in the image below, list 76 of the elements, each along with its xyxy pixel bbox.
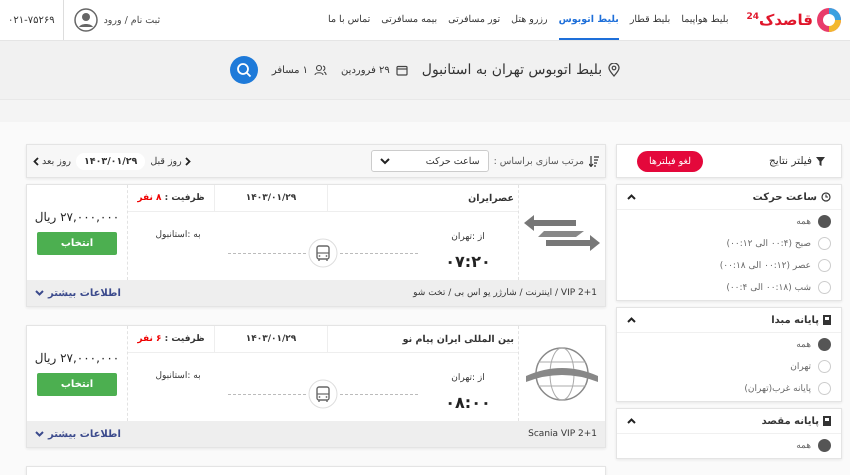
nav-link[interactable]: تماس با ما: [328, 0, 370, 40]
option-label[interactable]: تهران: [790, 362, 811, 372]
capacity-label: ظرفیت :: [164, 193, 205, 203]
nav-link[interactable]: رزرو هتل: [511, 0, 548, 40]
capacity-value: ۸ نفر: [137, 193, 162, 203]
company-name: بین المللی ایران پیام نو: [327, 326, 518, 352]
clock-icon: [821, 192, 831, 202]
globe-logo-icon: [524, 346, 600, 402]
option-label[interactable]: پایانه غرب(تهران): [744, 384, 811, 394]
radio-button[interactable]: [818, 215, 831, 228]
people-icon: [314, 64, 328, 76]
destination-label: به :استانبول: [155, 230, 201, 240]
bus-features: Scania VIP 2+1: [528, 429, 597, 439]
filter-section-title: پایانه مبدا: [771, 314, 819, 326]
nav-link[interactable]: بیمه مسافرتی: [381, 0, 438, 40]
ticket-price: ۲۷,۰۰۰,۰۰۰ ریال: [34, 351, 120, 365]
destination-label: به :استانبول: [155, 371, 201, 381]
chevron-down-icon: [35, 431, 44, 437]
departure-date: ۱۴۰۳/۰۱/۲۹: [214, 185, 327, 211]
nav-link[interactable]: تور مسافرتی: [448, 0, 500, 40]
origin-label: از :تهران: [451, 372, 485, 382]
chevron-up-icon[interactable]: [627, 418, 636, 424]
sort-icon: [589, 156, 599, 166]
nav-link[interactable]: بلیط هواپیما: [681, 0, 728, 40]
departure-date: ۱۴۰۳/۰۱/۲۹: [214, 326, 327, 352]
logo-icon: [816, 7, 842, 33]
calendar-icon: [396, 64, 408, 76]
funnel-icon: [816, 156, 825, 166]
chevron-left-icon: [33, 156, 39, 166]
arrows-logo-icon: [524, 212, 600, 252]
building-icon: [823, 315, 831, 325]
bus-icon: [308, 238, 338, 268]
ticket-price: ۲۷,۰۰۰,۰۰۰ ریال: [34, 210, 120, 224]
option-label[interactable]: عصر (۰۰:۱۲ الی ۰۰:۱۸): [720, 260, 811, 270]
chevron-up-icon[interactable]: [627, 317, 636, 323]
user-icon: [74, 8, 98, 32]
option-label[interactable]: همه: [796, 216, 811, 226]
nav-link[interactable]: بلیط قطار: [630, 0, 670, 40]
radio-button[interactable]: [818, 338, 831, 351]
filter-title: فیلتر نتایج: [769, 155, 812, 167]
previous-day-link[interactable]: روز قبل: [150, 156, 191, 166]
building-icon: [823, 416, 831, 426]
next-day-link[interactable]: روز بعد: [33, 156, 71, 166]
login-link[interactable]: ثبت نام / ورود: [104, 14, 160, 26]
chevron-down-icon: [35, 290, 44, 296]
more-info-link[interactable]: اطلاعات بیشتر: [35, 428, 121, 440]
sort-dropdown[interactable]: ساعت حرکت: [370, 150, 489, 172]
chevron-right-icon: [184, 156, 191, 166]
chevron-down-icon: [380, 158, 390, 164]
option-label[interactable]: همه: [796, 340, 811, 350]
sort-label: مرتب سازی براساس :: [494, 156, 584, 166]
search-icon: [236, 62, 252, 78]
option-label[interactable]: صبح (۰۰:۴ الی ۰۰:۱۲): [726, 238, 811, 248]
search-button[interactable]: [230, 56, 258, 84]
location-pin-icon: [608, 63, 620, 77]
clear-filters-button[interactable]: لغو فیلترها: [637, 150, 703, 172]
departure-time: ۰۸:۰۰: [445, 392, 491, 412]
option-label[interactable]: شب (۰۰:۱۸ الی ۰۰:۴): [726, 282, 811, 292]
chevron-up-icon[interactable]: [627, 194, 636, 200]
travel-date: ۲۹ فروردین: [341, 64, 390, 76]
more-info-link[interactable]: اطلاعات بیشتر: [35, 288, 121, 298]
origin-label: از :تهران: [451, 232, 485, 242]
option-label[interactable]: همه: [796, 440, 811, 450]
route-title: بلیط اتوبوس تهران به استانبول: [422, 62, 602, 78]
passenger-count: ۱ مسافر: [272, 64, 308, 76]
capacity-label: ظرفیت :: [164, 334, 205, 344]
capacity-value: ۶ نفر: [137, 334, 162, 344]
bus-icon: [308, 379, 338, 409]
phone-number[interactable]: ۰۲۱-۷۵۲۶۹: [8, 0, 64, 40]
bus-features: VIP 2+1 / اینترنت / شارژر یو اس بی / تخت شو: [413, 288, 597, 298]
company-name: عصرایران: [327, 185, 518, 211]
filter-section-title: ساعت حرکت: [752, 192, 817, 202]
departure-time: ۰۷:۲۰: [445, 252, 491, 270]
filter-section-title: پایانه مقصد: [762, 416, 819, 426]
radio-button[interactable]: [818, 439, 831, 452]
current-date: ۱۴۰۳/۰۱/۲۹: [76, 152, 146, 170]
